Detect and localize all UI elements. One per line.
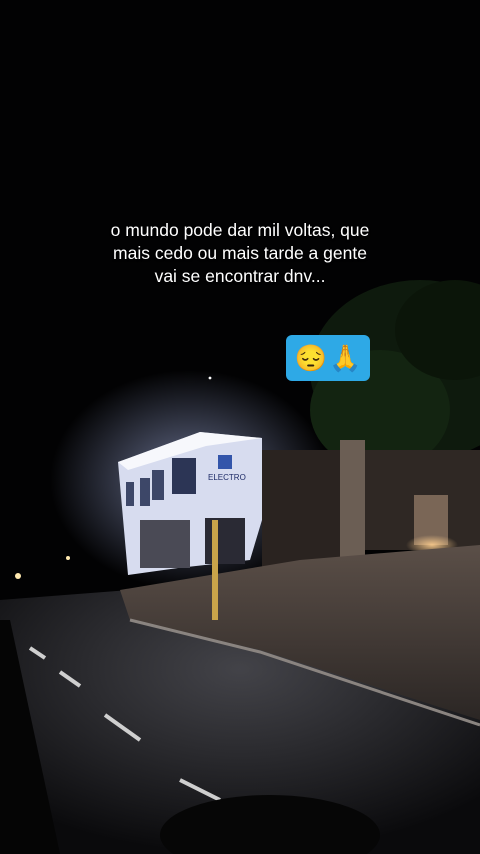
street-light bbox=[66, 556, 70, 560]
star bbox=[208, 376, 212, 380]
caption-line: vai se encontrar dnv... bbox=[154, 266, 326, 286]
pole bbox=[212, 520, 218, 620]
caption-line: mais cedo ou mais tarde a gente bbox=[113, 243, 367, 263]
building-sign: ELECTRO bbox=[208, 473, 246, 482]
praying-hands-icon: 🙏 bbox=[329, 343, 362, 373]
caption-line: o mundo pode dar mil voltas, que bbox=[110, 220, 370, 240]
night-street-photo: ELECTRO bbox=[0, 0, 480, 854]
street-light bbox=[15, 573, 21, 579]
caption-text: o mundo pode dar mil voltas, que mais ce… bbox=[60, 219, 420, 288]
emoji-sticker: 😔 🙏 bbox=[286, 335, 370, 381]
pensive-face-icon: 😔 bbox=[294, 343, 327, 373]
